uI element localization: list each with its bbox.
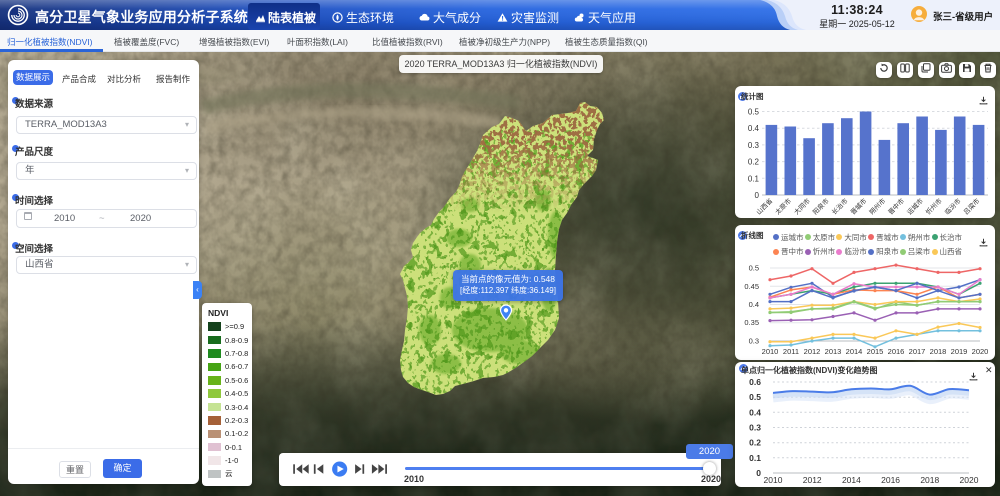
- svg-text:0.3: 0.3: [748, 141, 760, 150]
- svg-text:2013: 2013: [825, 347, 842, 356]
- svg-text:2010: 2010: [764, 475, 783, 485]
- svg-text:朔州市: 朔州市: [867, 196, 888, 217]
- svg-text:临汾市: 临汾市: [942, 196, 963, 217]
- svg-text:2016: 2016: [881, 475, 900, 485]
- svg-text:0.5: 0.5: [749, 392, 761, 402]
- svg-text:0.6: 0.6: [749, 377, 761, 387]
- svg-text:0.45: 0.45: [744, 282, 759, 291]
- svg-text:0.4: 0.4: [749, 300, 759, 309]
- svg-text:阳泉市: 阳泉市: [811, 196, 832, 217]
- svg-text:2014: 2014: [842, 475, 861, 485]
- svg-text:0.35: 0.35: [744, 318, 759, 327]
- svg-text:运城市: 运城市: [905, 196, 926, 217]
- svg-text:0.5: 0.5: [748, 108, 760, 117]
- svg-text:大同市: 大同市: [792, 196, 813, 217]
- svg-text:2018: 2018: [920, 475, 939, 485]
- svg-text:吕梁市: 吕梁市: [961, 196, 982, 217]
- svg-text:长治市: 长治市: [829, 196, 850, 217]
- svg-text:晋城市: 晋城市: [848, 196, 869, 217]
- svg-text:2011: 2011: [783, 347, 799, 356]
- svg-text:2020: 2020: [960, 475, 979, 485]
- svg-text:2012: 2012: [804, 347, 821, 356]
- svg-text:2020: 2020: [972, 347, 989, 356]
- svg-text:0.5: 0.5: [749, 264, 759, 273]
- svg-text:晋中市: 晋中市: [886, 196, 907, 217]
- svg-text:2016: 2016: [888, 347, 905, 356]
- svg-text:0.1: 0.1: [749, 453, 761, 463]
- svg-text:0.2: 0.2: [748, 158, 760, 167]
- svg-text:0.1: 0.1: [748, 174, 760, 183]
- svg-text:太原市: 太原市: [773, 196, 794, 217]
- svg-text:2014: 2014: [846, 347, 863, 356]
- svg-text:忻州市: 忻州市: [924, 196, 945, 217]
- svg-text:0.3: 0.3: [749, 337, 759, 346]
- svg-text:2012: 2012: [803, 475, 822, 485]
- svg-text:0.3: 0.3: [749, 423, 761, 433]
- svg-text:0.4: 0.4: [749, 407, 761, 417]
- svg-text:0.2: 0.2: [749, 438, 761, 448]
- svg-text:2017: 2017: [909, 347, 926, 356]
- svg-text:0: 0: [756, 468, 761, 478]
- svg-text:0.4: 0.4: [748, 124, 760, 133]
- svg-text:2018: 2018: [930, 347, 947, 356]
- svg-text:0: 0: [755, 191, 760, 200]
- svg-text:2019: 2019: [951, 347, 968, 356]
- svg-text:2010: 2010: [762, 347, 779, 356]
